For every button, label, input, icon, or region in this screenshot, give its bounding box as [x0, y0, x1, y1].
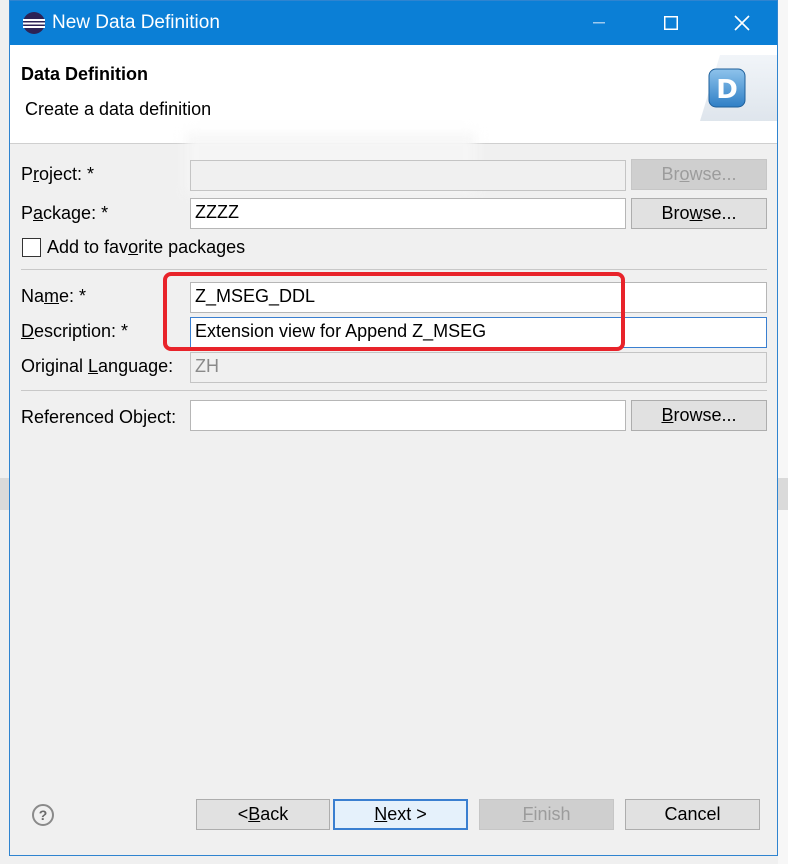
minimize-button[interactable]	[576, 1, 622, 45]
name-label: Name: *	[21, 286, 87, 306]
maximize-icon	[664, 16, 678, 30]
desktop-background	[778, 0, 788, 864]
package-label: Package: *	[21, 203, 109, 223]
title-bar[interactable]: New Data Definition	[10, 1, 777, 45]
maximize-button[interactable]	[648, 1, 694, 45]
project-field	[190, 160, 626, 191]
minimize-icon	[593, 22, 605, 24]
cancel-button[interactable]: Cancel	[625, 799, 760, 830]
close-button[interactable]	[719, 1, 765, 45]
original-language-label: Original Language:	[21, 356, 174, 376]
data-definition-logo-icon: D	[700, 55, 777, 121]
back-button[interactable]: < ​Back	[196, 799, 330, 830]
package-browse-button[interactable]: Bro w se...	[631, 198, 767, 229]
referenced-object-field[interactable]	[190, 400, 626, 431]
page-description: Create a data definition	[25, 99, 212, 119]
description-label: Description: *	[21, 321, 129, 341]
add-to-favorites-label[interactable]: Add to favorite packages	[47, 237, 245, 258]
separator	[21, 269, 767, 270]
original-language-field: ZH	[190, 352, 767, 383]
new-data-definition-dialog: New Data Definition Data Definition Crea…	[9, 0, 778, 856]
project-browse-button: Br o wse...	[631, 159, 767, 190]
close-icon	[734, 15, 750, 31]
svg-text:D: D	[716, 75, 738, 105]
project-label: Project: *	[21, 164, 95, 184]
next-button[interactable]: Next >	[333, 799, 468, 830]
eclipse-icon	[23, 12, 45, 34]
page-title: Data Definition	[21, 64, 149, 84]
add-to-favorites-checkbox[interactable]	[22, 238, 41, 257]
annotation-highlight	[163, 272, 625, 351]
referenced-object-browse-button[interactable]: Browse...	[631, 400, 767, 431]
help-icon[interactable]: ?	[32, 804, 54, 826]
separator	[21, 390, 767, 391]
referenced-object-label: Referenced Object:	[21, 407, 177, 427]
package-field[interactable]: ZZZZ	[190, 198, 626, 229]
finish-button: Finish	[479, 799, 614, 830]
window-title: New Data Definition	[52, 12, 220, 33]
wizard-header: Data Definition Create a data definition…	[10, 45, 777, 144]
